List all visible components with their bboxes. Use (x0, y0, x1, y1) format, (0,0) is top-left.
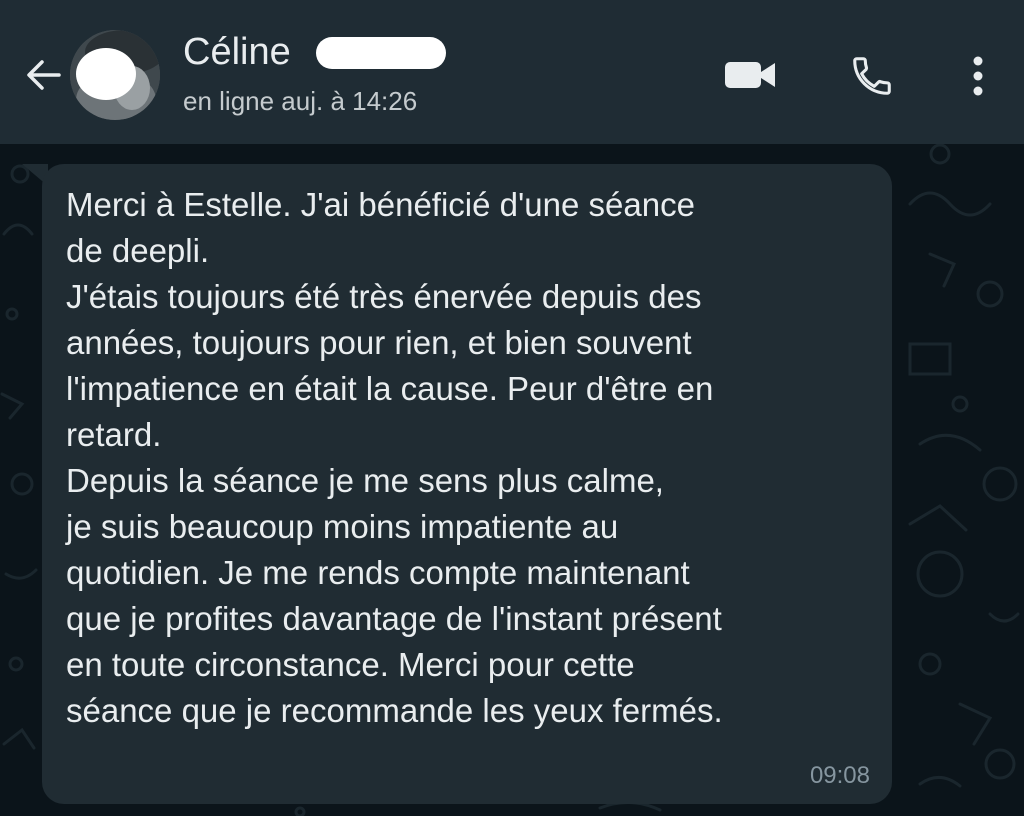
back-button[interactable] (18, 50, 68, 100)
message-timestamp: 09:08 (809, 762, 870, 789)
more-options-button[interactable] (958, 46, 998, 106)
chat-area[interactable]: Merci à Estelle. J'ai bénéficié d'une sé… (0, 144, 1024, 816)
more-vertical-icon (973, 56, 983, 96)
phone-icon (853, 57, 891, 95)
avatar[interactable] (70, 30, 160, 120)
contact-name[interactable]: Céline (183, 30, 291, 74)
arrow-left-icon (27, 60, 61, 90)
chat-header: Céline en ligne auj. à 14:26 (0, 0, 1024, 144)
name-redaction-mark (316, 37, 446, 69)
voice-call-button[interactable] (842, 48, 902, 104)
message-text: Merci à Estelle. J'ai bénéficié d'une sé… (66, 186, 723, 729)
video-call-button[interactable] (718, 50, 784, 100)
video-camera-icon (725, 62, 775, 88)
contact-status: en ligne auj. à 14:26 (183, 86, 418, 116)
avatar-image (70, 30, 160, 120)
